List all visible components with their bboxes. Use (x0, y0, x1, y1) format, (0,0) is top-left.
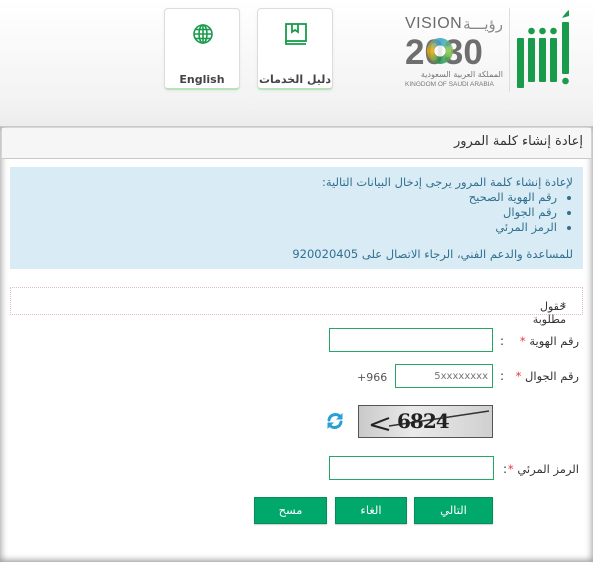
captcha-input[interactable] (329, 456, 494, 480)
vision-ar-text: رؤيـــة (463, 16, 503, 33)
colon: : (500, 369, 505, 383)
absher-logo-icon (517, 10, 569, 88)
reset-password-panel: إعادة إنشاء كلمة المرور لإعادة إنشاء كلم… (0, 126, 593, 562)
kingdom-en-text: KINGDOM OF SAUDI ARABIA (405, 81, 494, 88)
services-guide-label: دليل الخدمات (258, 73, 332, 86)
refresh-captcha-icon[interactable] (325, 411, 345, 431)
book-icon (285, 23, 307, 45)
required-star: * (515, 369, 522, 383)
services-guide-button[interactable]: دليل الخدمات (257, 8, 333, 90)
clear-button[interactable]: مسح (254, 497, 327, 524)
kingdom-ar-text: المملكة العربية السعودية (420, 70, 503, 79)
info-box: لإعادة إنشاء كلمة المرور يرجى إدخال البي… (10, 167, 583, 269)
country-code-prefix: +966 (357, 371, 388, 384)
next-button[interactable]: التالي (414, 497, 493, 524)
required-star: * (519, 334, 526, 348)
logo-divider (509, 8, 510, 92)
vision-en-text: VISION (405, 15, 463, 32)
required-note-text: حقول مطلوبة (532, 300, 566, 326)
required-fields-note: * حقول مطلوبة (10, 287, 583, 326)
page-title: إعادة إنشاء كلمة المرور (453, 134, 583, 149)
colon: : (500, 334, 505, 348)
globe-icon (193, 24, 213, 44)
info-item: رقم الهوية الصحيح (469, 190, 557, 205)
captcha-image: 6824 (358, 405, 493, 438)
vision-2030-logo: VISION رؤيـــة 2030 المملكة العربية السع… (405, 15, 505, 91)
captcha-label: الرمز المرئي * (507, 462, 579, 476)
support-contact-text: للمساعدة والدعم الفني، الرجاء الاتصال عل… (292, 247, 573, 261)
info-item: رقم الجوال (469, 205, 557, 220)
panel-title-bar: إعادة إنشاء كلمة المرور (2, 128, 591, 159)
id-number-label: رقم الهوية * (519, 334, 579, 348)
english-label: English (179, 73, 225, 86)
info-list: رقم الهوية الصحيح رقم الجوال الرمز المرئ… (469, 190, 573, 235)
vision-emblem-icon (427, 38, 453, 64)
mobile-number-label: رقم الجوال * (515, 369, 579, 383)
info-intro: لإعادة إنشاء كلمة المرور يرجى إدخال البي… (321, 175, 573, 189)
info-item: الرمز المرئي (469, 220, 557, 235)
required-star: * (507, 462, 514, 476)
id-number-input[interactable] (329, 328, 493, 352)
cancel-button[interactable]: الغاء (335, 497, 407, 524)
header: English دليل الخدمات VISION رؤيـــة 2030… (0, 0, 593, 126)
english-language-button[interactable]: English (164, 8, 240, 90)
mobile-number-input[interactable] (395, 364, 493, 388)
captcha-text: 6824 (397, 409, 450, 433)
colon: : (503, 462, 508, 476)
